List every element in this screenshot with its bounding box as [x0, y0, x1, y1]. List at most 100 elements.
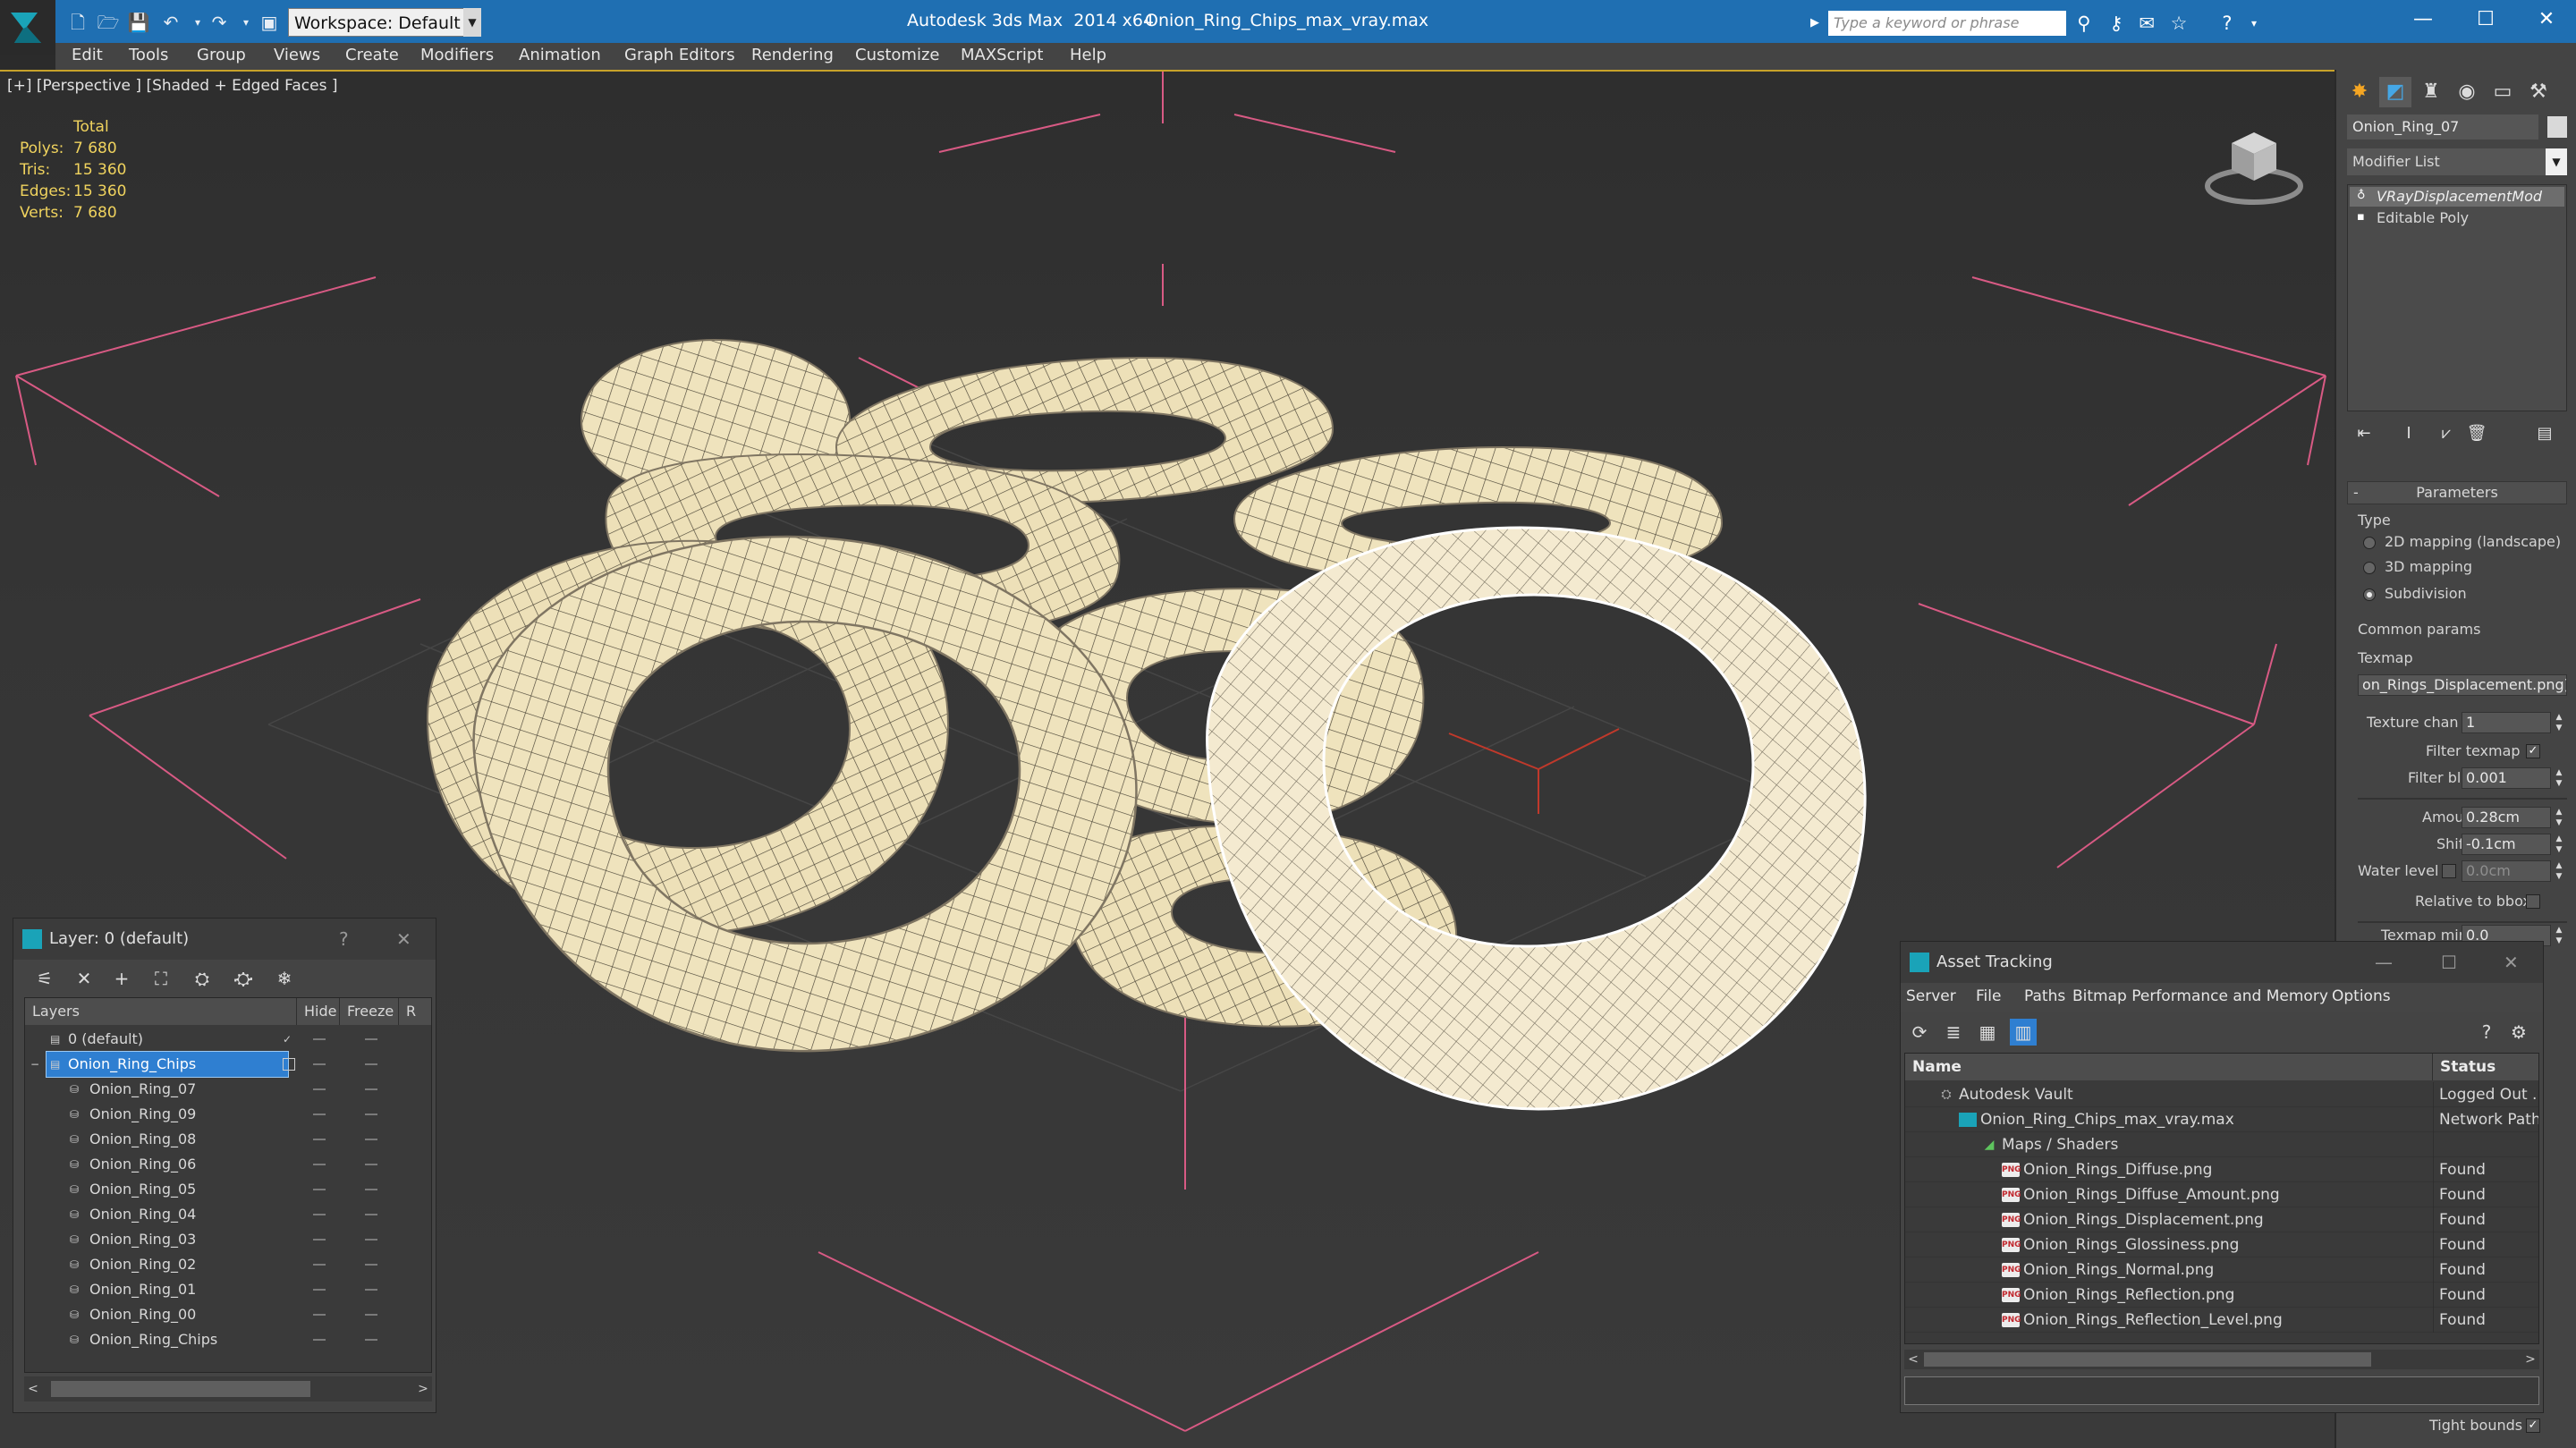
texmap-min-spinner[interactable]: ▲ ▼: [2553, 925, 2565, 946]
collapse-icon[interactable]: −: [30, 1058, 43, 1071]
column-name[interactable]: Name: [1905, 1054, 2433, 1080]
show-end-result-icon[interactable]: Ⅰ: [2395, 420, 2422, 447]
maximize-icon[interactable]: ☐: [2441, 942, 2457, 983]
parameters-rollout-header[interactable]: - Parameters: [2347, 481, 2567, 504]
menu-server[interactable]: Server: [1906, 983, 1956, 1012]
layer-explorer-titlebar[interactable]: Layer: 0 (default) ? ✕: [13, 919, 436, 960]
configure-modifier-sets-icon[interactable]: ▤: [2531, 420, 2558, 447]
freeze-toggle[interactable]: [365, 1314, 377, 1316]
menu-edit[interactable]: Edit: [72, 43, 103, 70]
help-icon[interactable]: ?: [339, 919, 349, 960]
remove-modifier-icon[interactable]: 🗑: [2463, 420, 2490, 447]
close-icon[interactable]: ✕: [2515, 0, 2576, 39]
amount-input[interactable]: 0.28cm: [2462, 807, 2551, 828]
make-unique-icon[interactable]: ⩗: [2433, 420, 2460, 447]
open-file-icon[interactable]: 🗁: [97, 11, 120, 34]
hide-toggle[interactable]: [313, 1114, 326, 1115]
radio-subdivision[interactable]: [2363, 589, 2376, 601]
hide-toggle[interactable]: [313, 1239, 326, 1241]
current-layer-box[interactable]: [283, 1058, 295, 1071]
scroll-thumb[interactable]: [51, 1381, 310, 1397]
freeze-toggle[interactable]: [365, 1164, 377, 1165]
menu-paths[interactable]: Paths: [2024, 983, 2065, 1012]
hide-toggle[interactable]: [313, 1088, 326, 1090]
binoculars-icon[interactable]: ⚲: [2072, 11, 2097, 36]
hide-toggle[interactable]: [313, 1189, 326, 1190]
freeze-toggle[interactable]: [365, 1339, 377, 1341]
quick-access-more-icon[interactable]: ▼: [463, 8, 481, 37]
asset-row-map[interactable]: PNG Onion_Rings_Diffuse_Amount.png Found: [1905, 1182, 2538, 1207]
redo-icon[interactable]: ↷: [208, 11, 231, 34]
object-color-swatch[interactable]: [2547, 116, 2567, 138]
asset-tracking-titlebar[interactable]: Asset Tracking — ☐ ✕: [1901, 942, 2543, 983]
menu-maxscript[interactable]: MAXScript: [961, 43, 1043, 70]
settings-icon[interactable]: ⚙: [2505, 1019, 2532, 1046]
texmap-button[interactable]: on_Rings_Displacement.png): [2358, 674, 2567, 696]
scroll-right-icon[interactable]: >: [414, 1376, 432, 1401]
menu-group[interactable]: Group: [197, 43, 246, 70]
help-icon[interactable]: ?: [2473, 1019, 2500, 1046]
close-icon[interactable]: ✕: [396, 919, 411, 960]
table-view-icon[interactable]: ▥: [2010, 1019, 2037, 1046]
hide-toggle[interactable]: [313, 1339, 326, 1341]
scroll-right-icon[interactable]: >: [2521, 1350, 2539, 1369]
help-dropdown-icon[interactable]: ▾: [2241, 11, 2267, 36]
app-menu-button[interactable]: [0, 0, 55, 55]
scroll-left-icon[interactable]: <: [1904, 1350, 1922, 1369]
column-hide[interactable]: Hide: [297, 998, 340, 1025]
stack-item-editable-poly[interactable]: ▪ Editable Poly: [2350, 208, 2564, 228]
list-view-icon[interactable]: ≣: [1940, 1019, 1967, 1046]
filter-blur-spinner[interactable]: ▲ ▼: [2553, 767, 2565, 789]
viewcube-icon[interactable]: [2200, 116, 2308, 215]
favorites-star-icon[interactable]: ☆: [2166, 11, 2191, 36]
freeze-all-layers-icon[interactable]: ❄: [271, 965, 298, 992]
object-row[interactable]: ⛁ Onion_Ring_Chips: [25, 1327, 431, 1352]
object-row[interactable]: ⛁ Onion_Ring_08: [25, 1127, 431, 1152]
menu-graph-editors[interactable]: Graph Editors: [624, 43, 735, 70]
water-level-input[interactable]: 0.0cm: [2462, 860, 2551, 882]
viewport-label[interactable]: [+] [Perspective ] [Shaded + Edged Faces…: [7, 77, 337, 95]
amount-spinner[interactable]: ▲ ▼: [2553, 807, 2565, 828]
modifier-list-dropdown[interactable]: Modifier List ▼: [2347, 148, 2567, 175]
save-file-icon[interactable]: 💾: [127, 11, 150, 34]
thumbnail-view-icon[interactable]: ▦: [1974, 1019, 2001, 1046]
object-row[interactable]: ⛁ Onion_Ring_09: [25, 1102, 431, 1127]
delete-layer-icon[interactable]: ✕: [71, 965, 97, 992]
freeze-toggle[interactable]: [365, 1038, 377, 1040]
scroll-thumb[interactable]: [1924, 1352, 2371, 1367]
hide-toggle[interactable]: [313, 1139, 326, 1140]
asset-row-scene-file[interactable]: Onion_Ring_Chips_max_vray.max Network Pa…: [1905, 1107, 2538, 1132]
object-row[interactable]: ⛁ Onion_Ring_04: [25, 1202, 431, 1227]
menu-views[interactable]: Views: [274, 43, 320, 70]
menu-rendering[interactable]: Rendering: [751, 43, 834, 70]
motion-tab-icon[interactable]: ◉: [2451, 77, 2483, 107]
object-row[interactable]: ⛁ Onion_Ring_07: [25, 1077, 431, 1102]
help-icon[interactable]: ?: [2215, 11, 2240, 36]
expand-icon[interactable]: ▪: [2357, 211, 2369, 224]
create-tab-icon[interactable]: ✸: [2343, 77, 2376, 107]
asset-row-map[interactable]: PNG Onion_Rings_Diffuse.png Found: [1905, 1157, 2538, 1182]
asset-row-map[interactable]: PNG Onion_Rings_Normal.png Found: [1905, 1257, 2538, 1283]
layer-row-onion-ring-chips[interactable]: − ▤ Onion_Ring_Chips: [25, 1051, 431, 1078]
asset-row-map[interactable]: PNG Onion_Rings_Displacement.png Found: [1905, 1207, 2538, 1232]
pin-stack-icon[interactable]: ⇤: [2351, 420, 2377, 447]
menu-options[interactable]: Options: [2332, 983, 2391, 1012]
select-objects-in-layer-icon[interactable]: ⛶: [148, 965, 174, 992]
highlight-selected-layer-icon[interactable]: ⛭: [189, 965, 216, 992]
freeze-toggle[interactable]: [365, 1139, 377, 1140]
relative-bbox-checkbox[interactable]: [2526, 894, 2540, 909]
column-status[interactable]: Status: [2433, 1054, 2538, 1080]
redo-dropdown-icon[interactable]: ▾: [234, 11, 258, 34]
search-expand-icon[interactable]: ▶: [1810, 13, 1825, 34]
workspace-select[interactable]: Workspace: Default ▼: [288, 8, 481, 37]
create-layer-icon[interactable]: ⚟: [31, 965, 58, 992]
column-layers[interactable]: Layers: [25, 998, 297, 1025]
search-input[interactable]: Type a keyword or phrase: [1828, 11, 2066, 36]
modify-tab-icon[interactable]: ◩: [2379, 77, 2411, 107]
asset-row-vault[interactable]: ⛭ Autodesk Vault Logged Out ...: [1905, 1082, 2538, 1107]
shift-spinner[interactable]: ▲ ▼: [2553, 834, 2565, 855]
minimize-icon[interactable]: —: [2375, 942, 2393, 983]
menu-animation[interactable]: Animation: [519, 43, 601, 70]
maximize-icon[interactable]: ☐: [2454, 0, 2517, 39]
freeze-toggle[interactable]: [365, 1289, 377, 1291]
